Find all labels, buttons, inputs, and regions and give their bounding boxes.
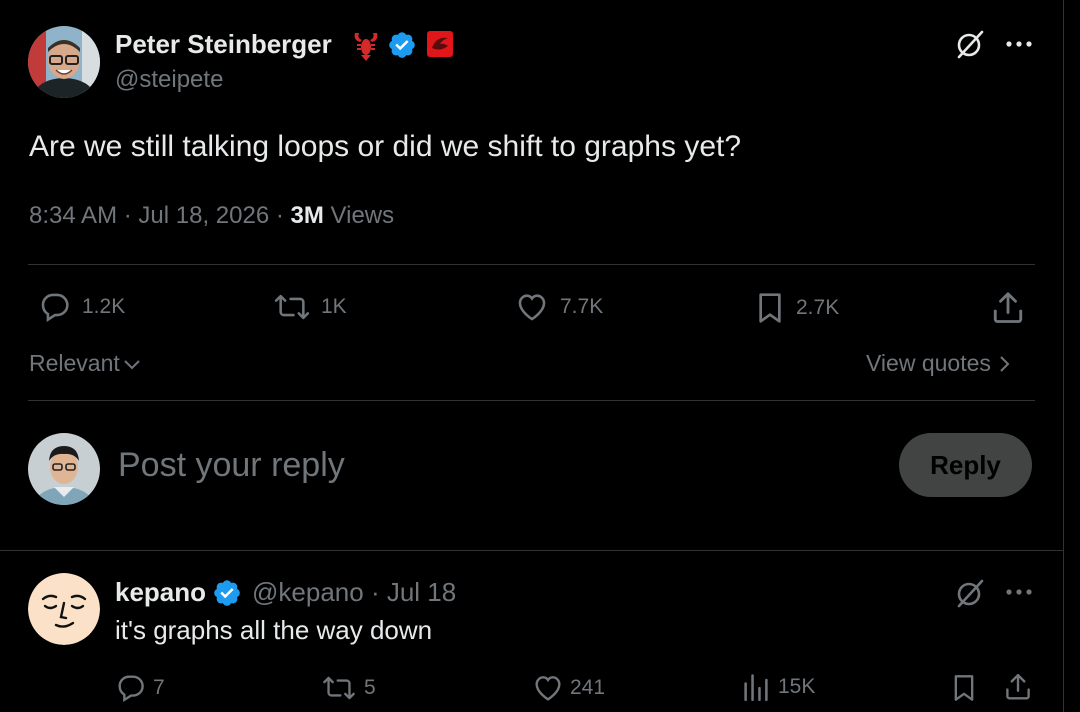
reply-date[interactable]: Jul 18 <box>387 577 456 608</box>
divider <box>28 264 1035 265</box>
more-icon[interactable] <box>1005 588 1035 596</box>
reply-author-avatar[interactable] <box>28 573 100 645</box>
reply-bookmark-action[interactable] <box>950 672 978 704</box>
reply-like-action[interactable]: 241 <box>532 672 605 704</box>
reply-reply-action[interactable]: 7 <box>115 672 165 704</box>
reply-text: it's graphs all the way down <box>115 615 433 645</box>
tweet-text: Are we still talking loops or did we shi… <box>29 130 742 163</box>
reply-like-count: 241 <box>570 676 606 699</box>
tweet-date[interactable]: Jul 18, 2026 <box>138 202 269 229</box>
repost-action[interactable]: 1K <box>273 290 347 324</box>
share-icon <box>1003 672 1033 702</box>
reply-repost-action[interactable]: 5 <box>322 672 376 704</box>
reply-button[interactable]: Reply <box>899 433 1032 497</box>
reply-count: 1.2K <box>82 295 126 318</box>
author-avatar[interactable] <box>28 26 100 98</box>
reply-icon <box>38 290 72 324</box>
reply-repost-count: 5 <box>364 676 376 699</box>
reply-author-name[interactable]: kepano <box>115 577 206 608</box>
chevron-right-icon <box>998 355 1010 373</box>
like-action[interactable]: 7.7K <box>514 290 603 324</box>
reply-author-handle[interactable]: @kepano <box>252 577 364 608</box>
view-quotes-label: View quotes <box>866 350 991 376</box>
separator-dot: · <box>363 577 387 607</box>
share-icon <box>990 290 1026 326</box>
reply-button-label: Reply <box>930 449 1001 480</box>
divider <box>28 400 1035 401</box>
like-icon <box>514 290 550 324</box>
timeline-column: Peter Steinberger @steipete Are we still… <box>0 0 1064 712</box>
views-icon <box>742 672 770 702</box>
verified-icon <box>387 30 417 60</box>
author-name[interactable]: Peter Steinberger <box>115 29 332 60</box>
verified-icon <box>212 578 242 608</box>
like-icon <box>532 672 564 704</box>
more-icon[interactable] <box>1005 40 1035 48</box>
reply-header: kepano @kepano · Jul 18 <box>115 577 456 608</box>
sort-dropdown[interactable]: Relevant <box>29 350 141 377</box>
grok-icon[interactable] <box>954 577 986 609</box>
reply-icon <box>115 672 147 704</box>
reply-reply-count: 7 <box>153 676 165 699</box>
divider <box>0 550 1064 551</box>
sort-label: Relevant <box>29 350 120 376</box>
author-handle[interactable]: @steipete <box>115 66 223 94</box>
grok-icon[interactable] <box>954 28 986 60</box>
bookmark-count: 2.7K <box>796 296 840 319</box>
separator-dot: · <box>123 202 139 229</box>
lobster-icon <box>351 30 381 62</box>
reply-action[interactable]: 1.2K <box>38 290 125 324</box>
bookmark-icon <box>754 290 786 326</box>
reply-input[interactable]: Post your reply <box>118 446 858 485</box>
repost-icon <box>273 290 311 324</box>
repost-count: 1K <box>321 295 347 318</box>
views-count: 3M <box>290 202 324 229</box>
separator-dot: · <box>275 202 291 229</box>
reply-views-action[interactable]: 15K <box>742 672 815 702</box>
view-quotes-link[interactable]: View quotes <box>866 350 1010 377</box>
like-count: 7.7K <box>560 295 604 318</box>
reply-share-action[interactable] <box>1003 672 1033 702</box>
tweet-time[interactable]: 8:34 AM <box>29 202 117 229</box>
red-badge-icon <box>426 30 454 58</box>
share-action[interactable] <box>990 290 1026 326</box>
views-label: Views <box>330 202 395 229</box>
reply-views-count: 15K <box>778 675 816 698</box>
chevron-down-icon <box>123 358 141 370</box>
current-user-avatar[interactable] <box>28 433 100 505</box>
tweet-meta: 8:34 AM · Jul 18, 2026 · 3M Views <box>29 202 394 230</box>
repost-icon <box>322 672 356 704</box>
bookmark-icon <box>950 672 978 704</box>
bookmark-action[interactable]: 2.7K <box>754 290 839 326</box>
